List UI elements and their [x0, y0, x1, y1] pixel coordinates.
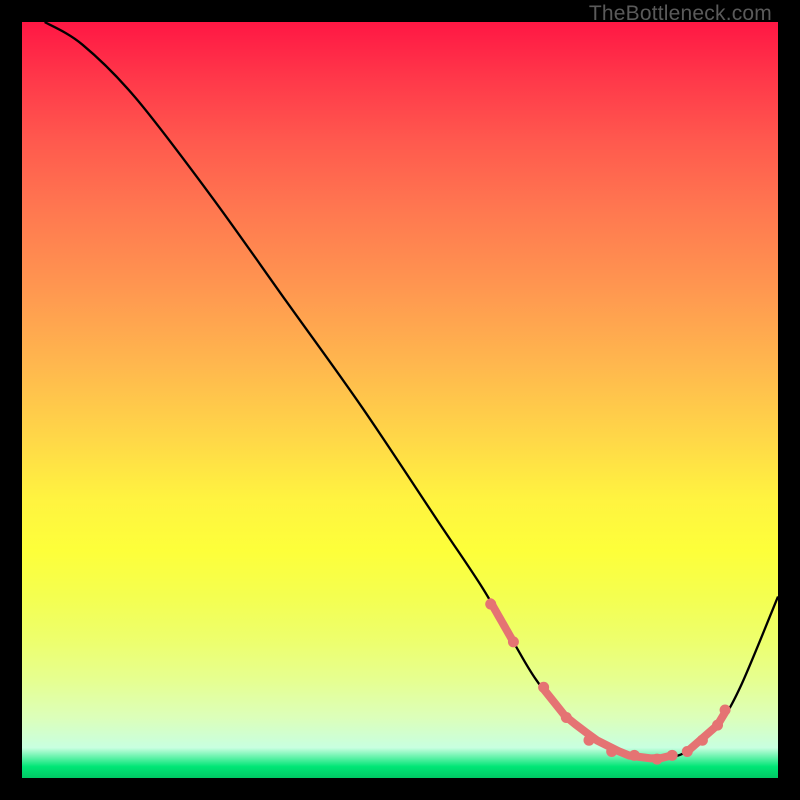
highlight-segments — [491, 602, 725, 758]
highlight-dot — [629, 750, 640, 761]
curve-line — [45, 22, 778, 759]
highlight-dot — [652, 754, 663, 765]
highlight-dot — [485, 599, 496, 610]
highlight-segment — [687, 712, 725, 751]
highlight-dot — [508, 636, 519, 647]
highlight-dot — [712, 720, 723, 731]
highlight-dot — [667, 750, 678, 761]
highlight-dot — [561, 712, 572, 723]
highlight-dot — [682, 746, 693, 757]
highlight-dots — [485, 599, 730, 765]
highlight-dot — [720, 704, 731, 715]
highlight-dot — [584, 735, 595, 746]
highlight-dot — [697, 735, 708, 746]
highlight-dot — [606, 746, 617, 757]
chart-plot — [22, 22, 778, 778]
highlight-dot — [538, 682, 549, 693]
